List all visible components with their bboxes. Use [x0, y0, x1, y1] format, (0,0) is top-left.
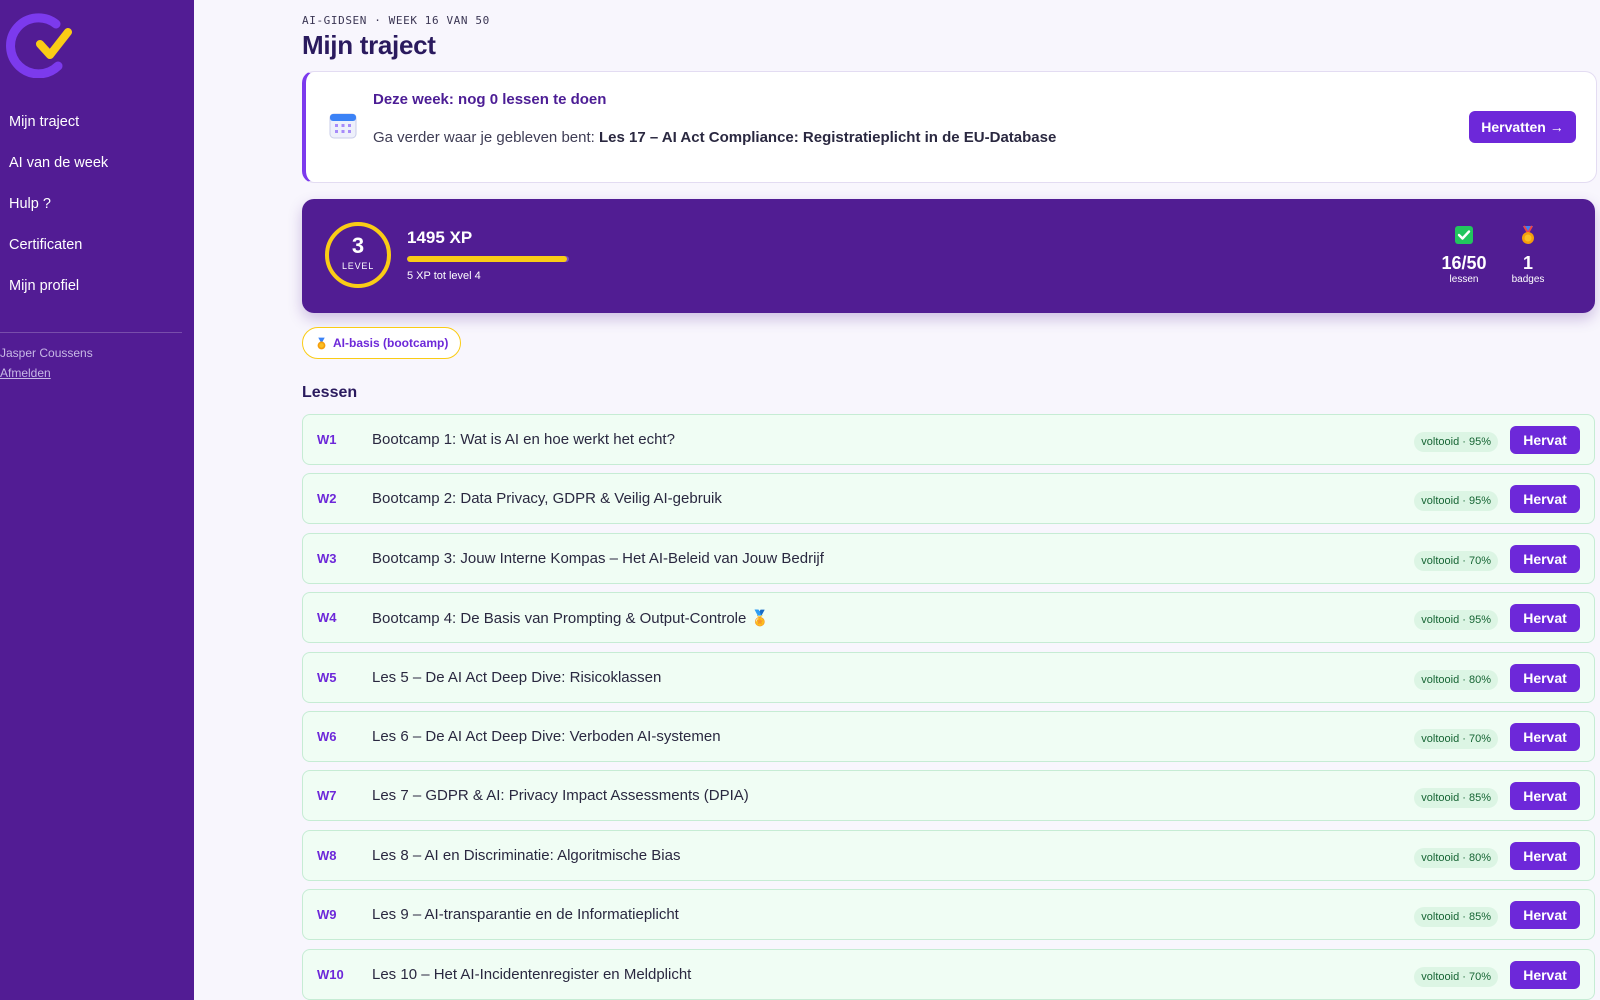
lesson-week: W8 — [317, 847, 337, 863]
lesson-row[interactable]: W7 Les 7 – GDPR & AI: Privacy Impact Asse… — [302, 770, 1595, 822]
lesson-row[interactable]: W9 Les 9 – AI-transparantie en de Informa… — [302, 889, 1595, 941]
lesson-status-badge: voltooid · 80% — [1414, 669, 1498, 690]
lesson-title[interactable]: Les 5 – De AI Act Deep Dive: Risicoklass… — [372, 669, 661, 686]
user-name: Jasper Coussens — [0, 346, 93, 360]
lesson-title[interactable]: Les 7 – GDPR & AI: Privacy Impact Assess… — [372, 787, 749, 804]
week-description-prefix: Ga verder waar je gebleven bent: — [373, 129, 599, 146]
lesson-title[interactable]: Bootcamp 1: Wat is AI en hoe werkt het e… — [372, 431, 675, 448]
week-title: Deze week: nog 0 lessen te doen — [373, 91, 607, 108]
lesson-title[interactable]: Bootcamp 2: Data Privacy, GDPR & Veilig … — [372, 490, 722, 507]
sidebar-item-certificaten[interactable]: Certificaten — [9, 237, 108, 278]
lesson-row[interactable]: W10 Les 10 – Het AI-Incidentenregister en… — [302, 948, 1595, 1000]
resume-lesson-button[interactable]: Hervat — [1510, 604, 1580, 633]
lesson-title[interactable]: Bootcamp 4: De Basis van Prompting & Out… — [372, 609, 769, 627]
progress-card: 3 LEVEL 1495 XP 5 XP tot level 4 16/50 l… — [302, 199, 1595, 313]
lessons-heading: Lessen — [302, 384, 358, 401]
lesson-status-badge: voltooid · 95% — [1414, 610, 1498, 631]
breadcrumb: AI-GIDSEN · WEEK 16 VAN 50 — [302, 14, 490, 27]
level-label: LEVEL — [341, 261, 375, 271]
lesson-status-badge: voltooid · 95% — [1414, 491, 1498, 512]
lesson-row[interactable]: W2 Bootcamp 2: Data Privacy, GDPR & Veili… — [302, 473, 1595, 525]
lesson-title[interactable]: Les 10 – Het AI-Incidentenregister en Me… — [372, 966, 691, 983]
lesson-week: W10 — [317, 966, 344, 982]
calendar-icon — [329, 113, 357, 139]
lesson-row[interactable]: W1 Bootcamp 1: Wat is AI en hoe werkt het… — [302, 414, 1595, 465]
stat-lessons: 16/50 lessen — [1436, 225, 1492, 285]
lesson-week: W6 — [317, 729, 337, 744]
lesson-title[interactable]: Les 9 – AI-transparantie en de Informati… — [372, 906, 679, 923]
check-square-icon — [1455, 226, 1473, 244]
lesson-status-badge: voltooid · 70% — [1414, 966, 1498, 987]
xp-progress-fill — [407, 256, 568, 262]
lesson-title[interactable]: Bootcamp 3: Jouw Interne Kompas – Het AI… — [372, 550, 824, 567]
medal-icon — [1522, 225, 1534, 244]
badge-filter-label: AI-basis (bootcamp) — [333, 336, 449, 350]
lesson-week: W7 — [317, 788, 337, 804]
check-logo-icon[interactable] — [6, 10, 72, 78]
week-description: Ga verder waar je gebleven bent: Les 17 … — [373, 129, 1056, 146]
lesson-title[interactable]: Les 8 – AI en Discriminatie: Algoritmisc… — [372, 847, 680, 864]
sidebar-item-ai-van-de-week[interactable]: AI van de week — [9, 155, 108, 196]
lesson-status-badge: voltooid · 85% — [1414, 788, 1498, 809]
lesson-week: W9 — [317, 907, 337, 923]
sidebar-item-mijn-traject[interactable]: Mijn traject — [9, 114, 108, 155]
lesson-week: W3 — [317, 550, 337, 566]
page-title: Mijn traject — [302, 30, 436, 60]
lesson-title[interactable]: Les 6 – De AI Act Deep Dive: Verboden AI… — [372, 728, 721, 745]
lesson-week: W4 — [317, 610, 337, 626]
xp-total: 1495 XP — [407, 228, 473, 247]
sidebar-item-hulp[interactable]: Hulp ? — [9, 196, 108, 237]
lesson-row[interactable]: W5 Les 5 – De AI Act Deep Dive: Risicokla… — [302, 651, 1595, 703]
lessons-count-label: lessen — [1449, 274, 1479, 285]
sidebar: Mijn traject AI van de week Hulp ? Certi… — [0, 0, 194, 1000]
resume-lesson-button[interactable]: Hervat — [1510, 901, 1580, 930]
lesson-status-badge: voltooid · 70% — [1414, 550, 1498, 571]
logout-link[interactable]: Afmelden — [0, 366, 51, 380]
xp-next-level: 5 XP tot level 4 — [407, 270, 481, 282]
lesson-status-badge: voltooid · 85% — [1414, 907, 1498, 928]
badge-filter-chip[interactable]: AI-basis (bootcamp) — [302, 327, 462, 359]
resume-lesson-button[interactable]: Hervat — [1510, 723, 1580, 751]
resume-lesson-button[interactable]: Hervat — [1510, 782, 1580, 811]
level-value: 3 — [351, 233, 365, 258]
resume-lesson-button[interactable]: Hervat — [1510, 960, 1580, 989]
lesson-week: W5 — [317, 669, 337, 685]
sidebar-nav: Mijn traject AI van de week Hulp ? Certi… — [9, 114, 108, 319]
sidebar-divider — [0, 332, 182, 333]
next-lesson-title: Les 17 – AI Act Compliance: Registratiep… — [598, 129, 1057, 146]
sidebar-item-mijn-profiel[interactable]: Mijn profiel — [9, 278, 108, 319]
lesson-status-badge: voltooid · 80% — [1414, 847, 1498, 868]
lesson-status-badge: voltooid · 95% — [1414, 432, 1498, 452]
resume-lesson-button[interactable]: Hervat — [1510, 485, 1580, 514]
lessons-count: 16/50 — [1441, 253, 1487, 273]
badges-count: 1 — [1522, 253, 1533, 273]
lesson-row[interactable]: W6 Les 6 – De AI Act Deep Dive: Verboden … — [302, 711, 1595, 762]
stat-badges: 1 badges — [1504, 225, 1552, 285]
lesson-status-badge: voltooid · 70% — [1414, 729, 1498, 749]
xp-progress-bar — [407, 256, 569, 262]
badges-count-label: badges — [1511, 274, 1545, 285]
resume-lesson-button[interactable]: Hervat — [1510, 544, 1580, 573]
week-card: Deze week: nog 0 lessen te doen Ga verde… — [302, 71, 1597, 183]
resume-lesson-button[interactable]: Hervat — [1510, 841, 1580, 870]
resume-lesson-button[interactable]: Hervat — [1510, 663, 1580, 692]
resume-lesson-button[interactable]: Hervat — [1510, 426, 1580, 454]
lesson-row[interactable]: W3 Bootcamp 3: Jouw Interne Kompas – Het … — [302, 532, 1595, 584]
resume-button[interactable]: Hervatten → — [1469, 111, 1576, 143]
lesson-week: W2 — [317, 491, 337, 507]
medal-icon — [317, 337, 326, 349]
lesson-row[interactable]: W4 Bootcamp 4: De Basis van Prompting & O… — [302, 592, 1595, 644]
lesson-week: W1 — [317, 432, 337, 447]
lesson-row[interactable]: W8 Les 8 – AI en Discriminatie: Algoritmi… — [302, 829, 1595, 881]
